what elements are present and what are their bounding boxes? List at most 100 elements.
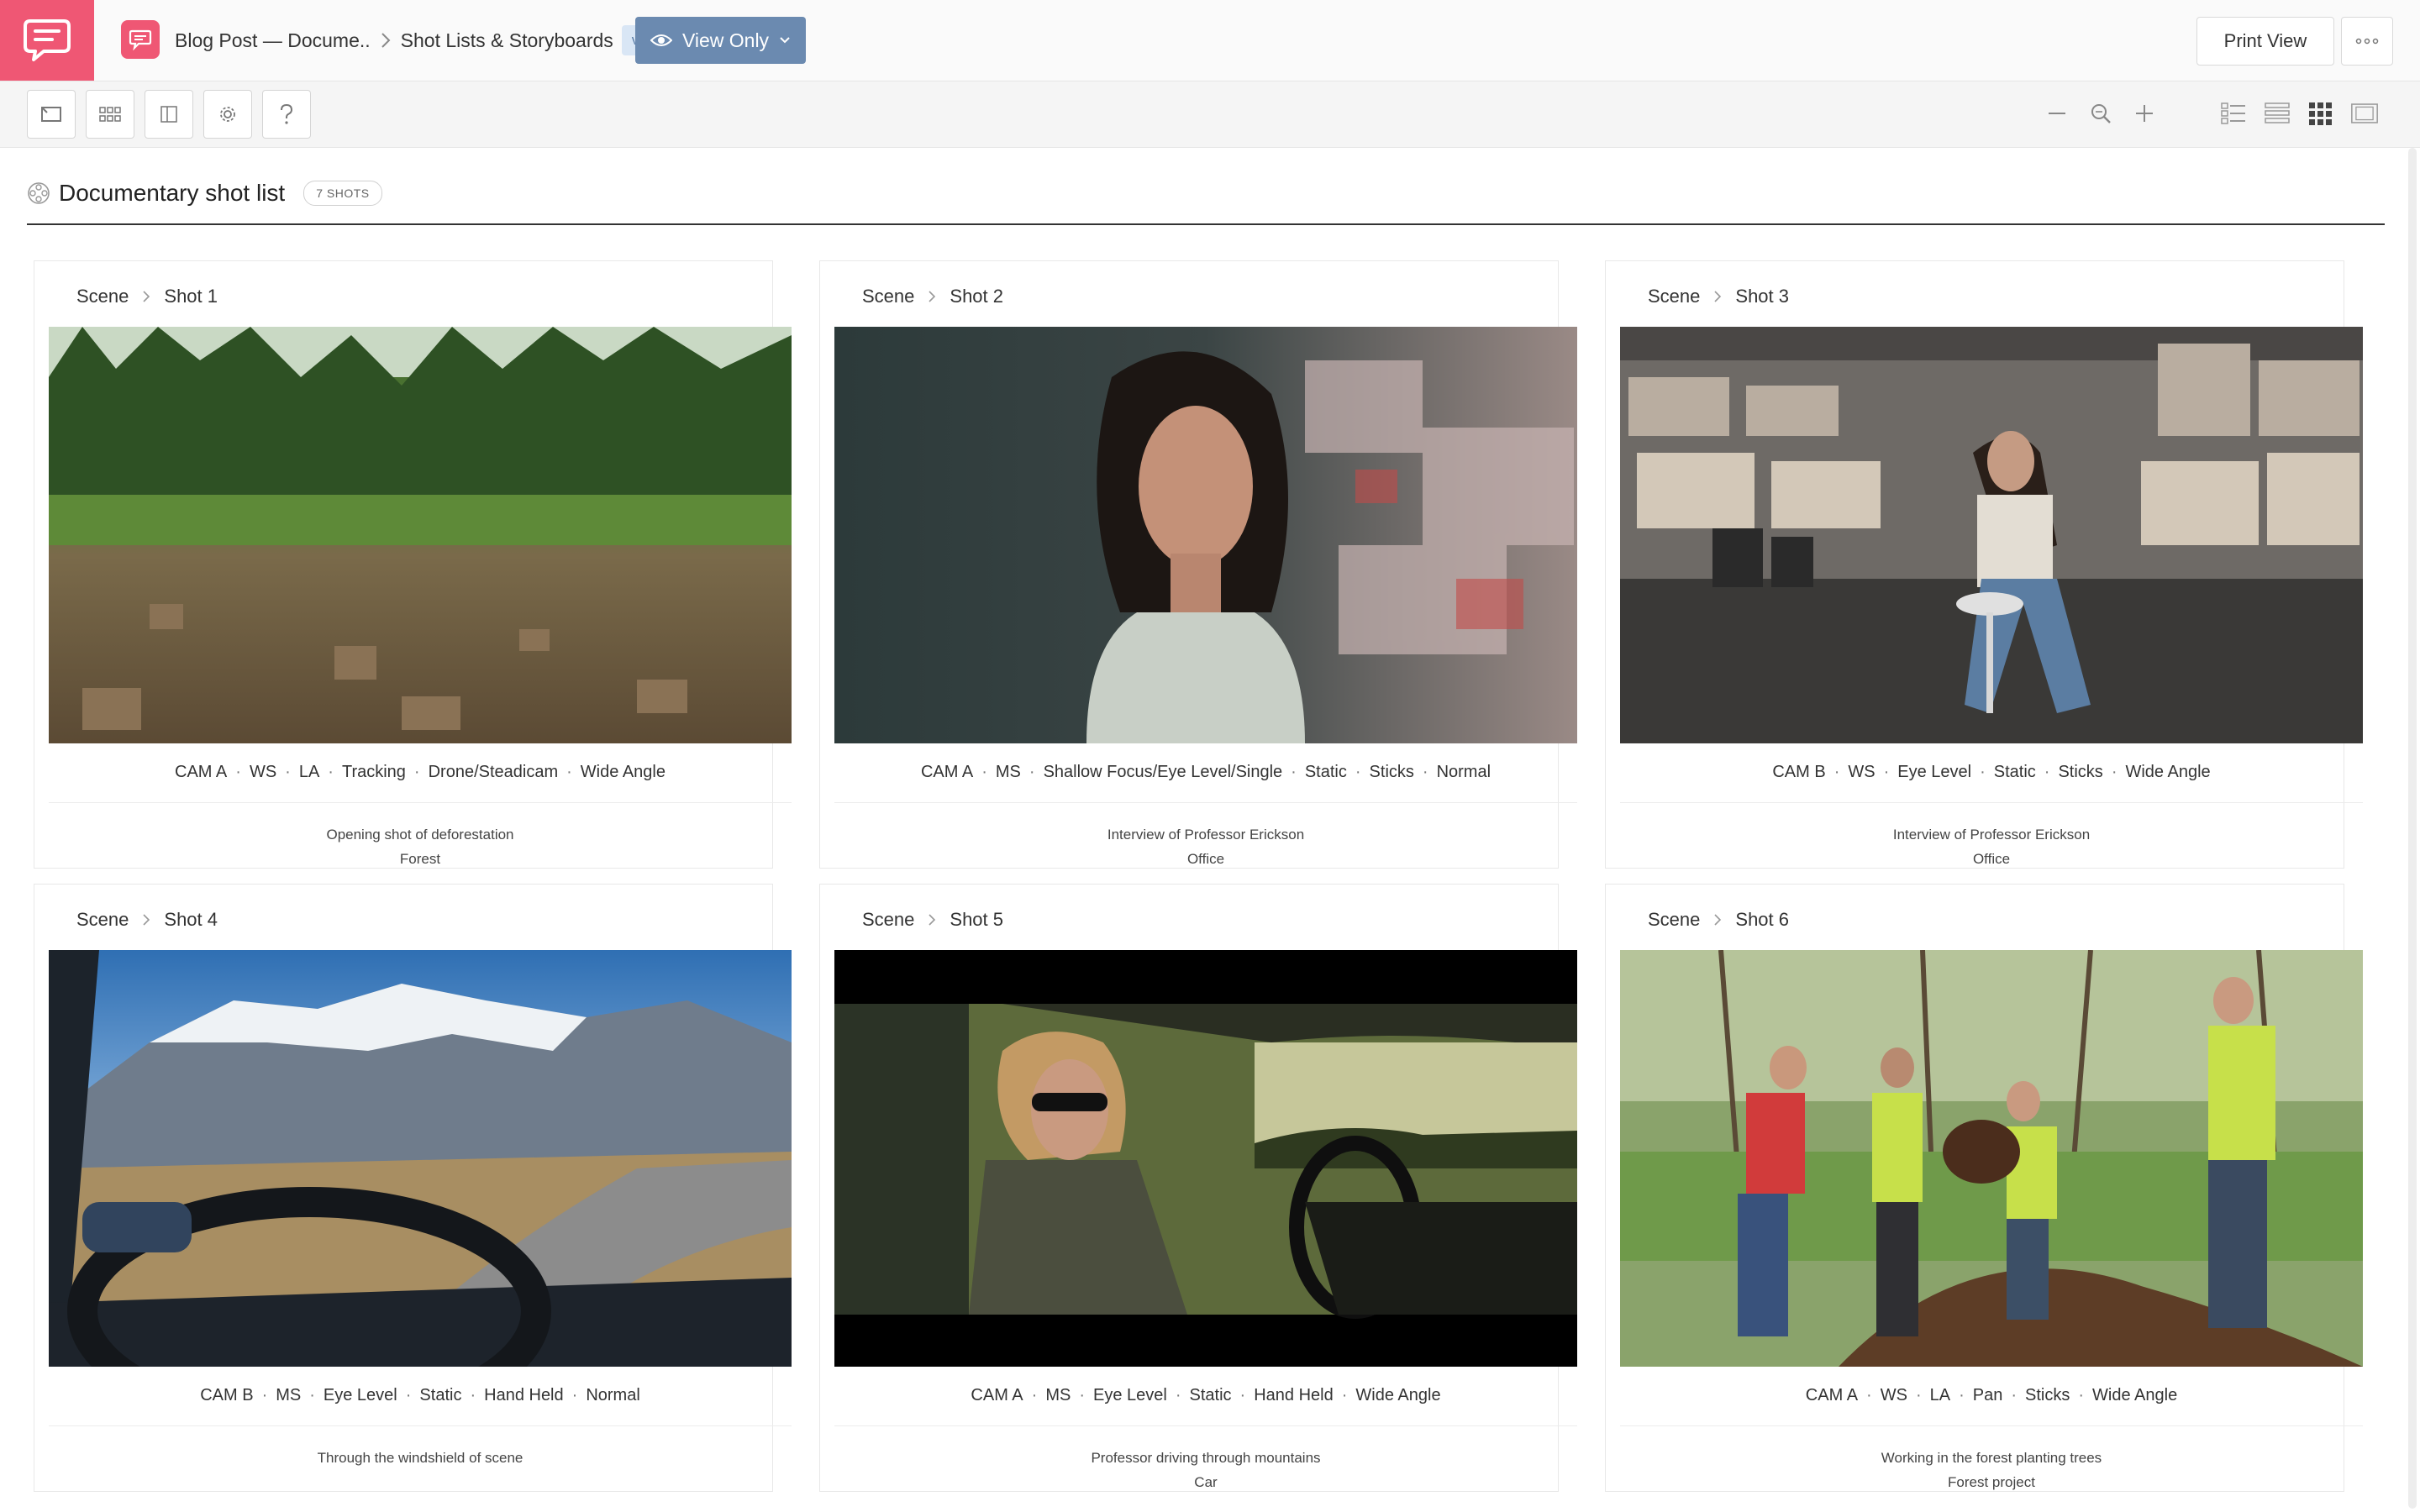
spec-angle: LA xyxy=(1929,1385,1951,1404)
divider xyxy=(1620,802,2363,803)
help-button[interactable] xyxy=(262,90,311,139)
shot-card-header: Scene Shot 1 xyxy=(76,280,218,313)
spec-size: MS xyxy=(1045,1385,1071,1404)
shot-label[interactable]: Shot 4 xyxy=(164,909,218,931)
breadcrumb: Blog Post — Docume.. Shot Lists & Storyb… xyxy=(175,0,657,81)
settings-button[interactable] xyxy=(203,90,252,139)
frame-view-button[interactable] xyxy=(27,90,76,139)
spec-movement: Static xyxy=(1189,1385,1232,1404)
list-view-icon[interactable] xyxy=(2264,100,2291,127)
scene-label[interactable]: Scene xyxy=(1648,286,1700,307)
breadcrumb-section[interactable]: Shot Lists & Storyboards xyxy=(401,29,613,52)
shot-image-warehouse[interactable] xyxy=(1620,327,2363,743)
chevron-right-icon xyxy=(928,913,936,927)
spec-camera: CAM B xyxy=(200,1385,254,1404)
spec-movement: Static xyxy=(1993,762,2036,781)
location-text: Forest xyxy=(399,851,441,867)
shot-specs: CAM B · WS · Eye Level · Static · Sticks · Wi… xyxy=(1772,762,2211,781)
shot-label[interactable]: Shot 6 xyxy=(1735,909,1789,931)
spec-size: WS xyxy=(249,762,277,781)
divider xyxy=(834,1425,1577,1426)
divider xyxy=(1620,1425,2363,1426)
chevron-right-icon xyxy=(142,913,150,927)
scene-label[interactable]: Scene xyxy=(1648,909,1700,931)
spec-lens: Normal xyxy=(586,1385,640,1404)
spec-size: MS xyxy=(995,762,1021,781)
location-text: Car xyxy=(1194,1474,1218,1490)
shot-card-header: Scene Shot 3 xyxy=(1648,280,1789,313)
spec-lens: Wide Angle xyxy=(2125,762,2211,781)
shot-label[interactable]: Shot 3 xyxy=(1735,286,1789,307)
scene-label[interactable]: Scene xyxy=(76,909,129,931)
shot-card-6[interactable]: Scene Shot 6 CAM A · WS · LA · Pan · Sticks ·… xyxy=(1605,884,2363,1492)
chevron-right-icon xyxy=(142,290,150,303)
shot-card-2[interactable]: Scene Shot 2 CAM A · MS · Shallow Focus/Ey… xyxy=(819,260,1577,869)
grid-button[interactable] xyxy=(86,90,134,139)
header-divider xyxy=(27,223,2385,225)
detailed-list-view-icon[interactable] xyxy=(2220,100,2247,127)
shot-card-5[interactable]: Scene Shot 5 CAM A · MS · Eye Level · Stati… xyxy=(819,884,1577,1492)
shot-card-header: Scene Shot 5 xyxy=(862,903,1003,937)
shot-card-header: Scene Shot 6 xyxy=(1648,903,1789,937)
filmstrip-view-icon[interactable] xyxy=(2351,100,2378,127)
more-options-icon[interactable] xyxy=(2341,17,2393,66)
spec-movement: Static xyxy=(419,1385,462,1404)
shot-label[interactable]: Shot 1 xyxy=(164,286,218,307)
chevron-right-icon xyxy=(381,32,391,49)
chevron-right-icon xyxy=(928,290,936,303)
view-only-button[interactable]: View Only xyxy=(635,17,806,64)
shot-card-header: Scene Shot 4 xyxy=(76,903,218,937)
shot-image-car[interactable] xyxy=(834,950,1577,1367)
spec-lens: Wide Angle xyxy=(580,762,666,781)
description-text: Opening shot of deforestation xyxy=(326,827,514,843)
shot-image-planting[interactable] xyxy=(1620,950,2363,1367)
shot-specs: CAM A · WS · LA · Pan · Sticks · Wide Angle xyxy=(1805,1385,2178,1404)
spec-camera: CAM A xyxy=(1805,1385,1859,1404)
view-only-label: View Only xyxy=(681,29,770,51)
gear-icon xyxy=(220,107,235,122)
spec-movement: Tracking xyxy=(341,762,406,781)
shot-card-4[interactable]: Scene Shot 4 CAM B · MS · Eye Level · Stati… xyxy=(34,884,792,1492)
spec-angle: Eye Level xyxy=(323,1385,397,1404)
divider xyxy=(834,802,1577,803)
page-title[interactable]: Documentary shot list xyxy=(59,180,285,207)
zoom-icon[interactable] xyxy=(2087,100,2114,127)
spec-lens: Normal xyxy=(1436,762,1491,781)
zoom-in-icon[interactable] xyxy=(2131,100,2158,127)
grid-view-icon[interactable] xyxy=(2307,100,2334,127)
location-text: Office xyxy=(1186,851,1225,867)
shot-description: Interview of Professor Erickson Office xyxy=(1620,822,2363,871)
spec-equipment: Sticks xyxy=(2025,1385,2070,1404)
scene-label[interactable]: Scene xyxy=(862,286,914,307)
frame-icon xyxy=(41,107,61,122)
location-text: Office xyxy=(1972,851,2011,867)
shot-description: Opening shot of deforestation Forest xyxy=(49,822,792,871)
description-text: Professor driving through mountains xyxy=(1091,1450,1321,1466)
vertical-scrollbar[interactable] xyxy=(2408,148,2417,1509)
eye-icon xyxy=(650,34,672,46)
chevron-right-icon xyxy=(1713,290,1722,303)
spec-movement: Static xyxy=(1304,762,1347,781)
spec-equipment: Sticks xyxy=(2058,762,2103,781)
spec-equipment: Sticks xyxy=(1369,762,1414,781)
shot-image-windshield[interactable] xyxy=(49,950,792,1367)
shot-label[interactable]: Shot 2 xyxy=(950,286,1003,307)
shot-specs: CAM A · MS · Shallow Focus/Eye Level/Singl… xyxy=(920,762,1491,781)
print-view-button[interactable]: Print View xyxy=(2196,17,2334,66)
toolbar xyxy=(0,81,2420,148)
shot-card-1[interactable]: Scene Shot 1 CAM A · WS · LA · Tracking · Dr… xyxy=(34,260,792,869)
breadcrumb-project[interactable]: Blog Post — Docume.. xyxy=(175,29,371,52)
description-text: Interview of Professor Erickson xyxy=(1107,827,1305,843)
shot-image-forest[interactable] xyxy=(49,327,792,743)
app-logo-icon[interactable] xyxy=(0,0,94,81)
shot-card-3[interactable]: Scene Shot 3 CAM B · WS · Eye Level · Stati… xyxy=(1605,260,2363,869)
divider xyxy=(49,802,792,803)
shot-label[interactable]: Shot 5 xyxy=(950,909,1003,931)
zoom-out-icon[interactable] xyxy=(2044,100,2070,127)
panel-button[interactable] xyxy=(145,90,193,139)
scene-label[interactable]: Scene xyxy=(862,909,914,931)
shot-image-interview[interactable] xyxy=(834,327,1577,743)
scene-label[interactable]: Scene xyxy=(76,286,129,307)
shot-specs: CAM A · WS · LA · Tracking · Drone/Steadicam… xyxy=(175,762,666,781)
spec-angle: LA xyxy=(298,762,320,781)
